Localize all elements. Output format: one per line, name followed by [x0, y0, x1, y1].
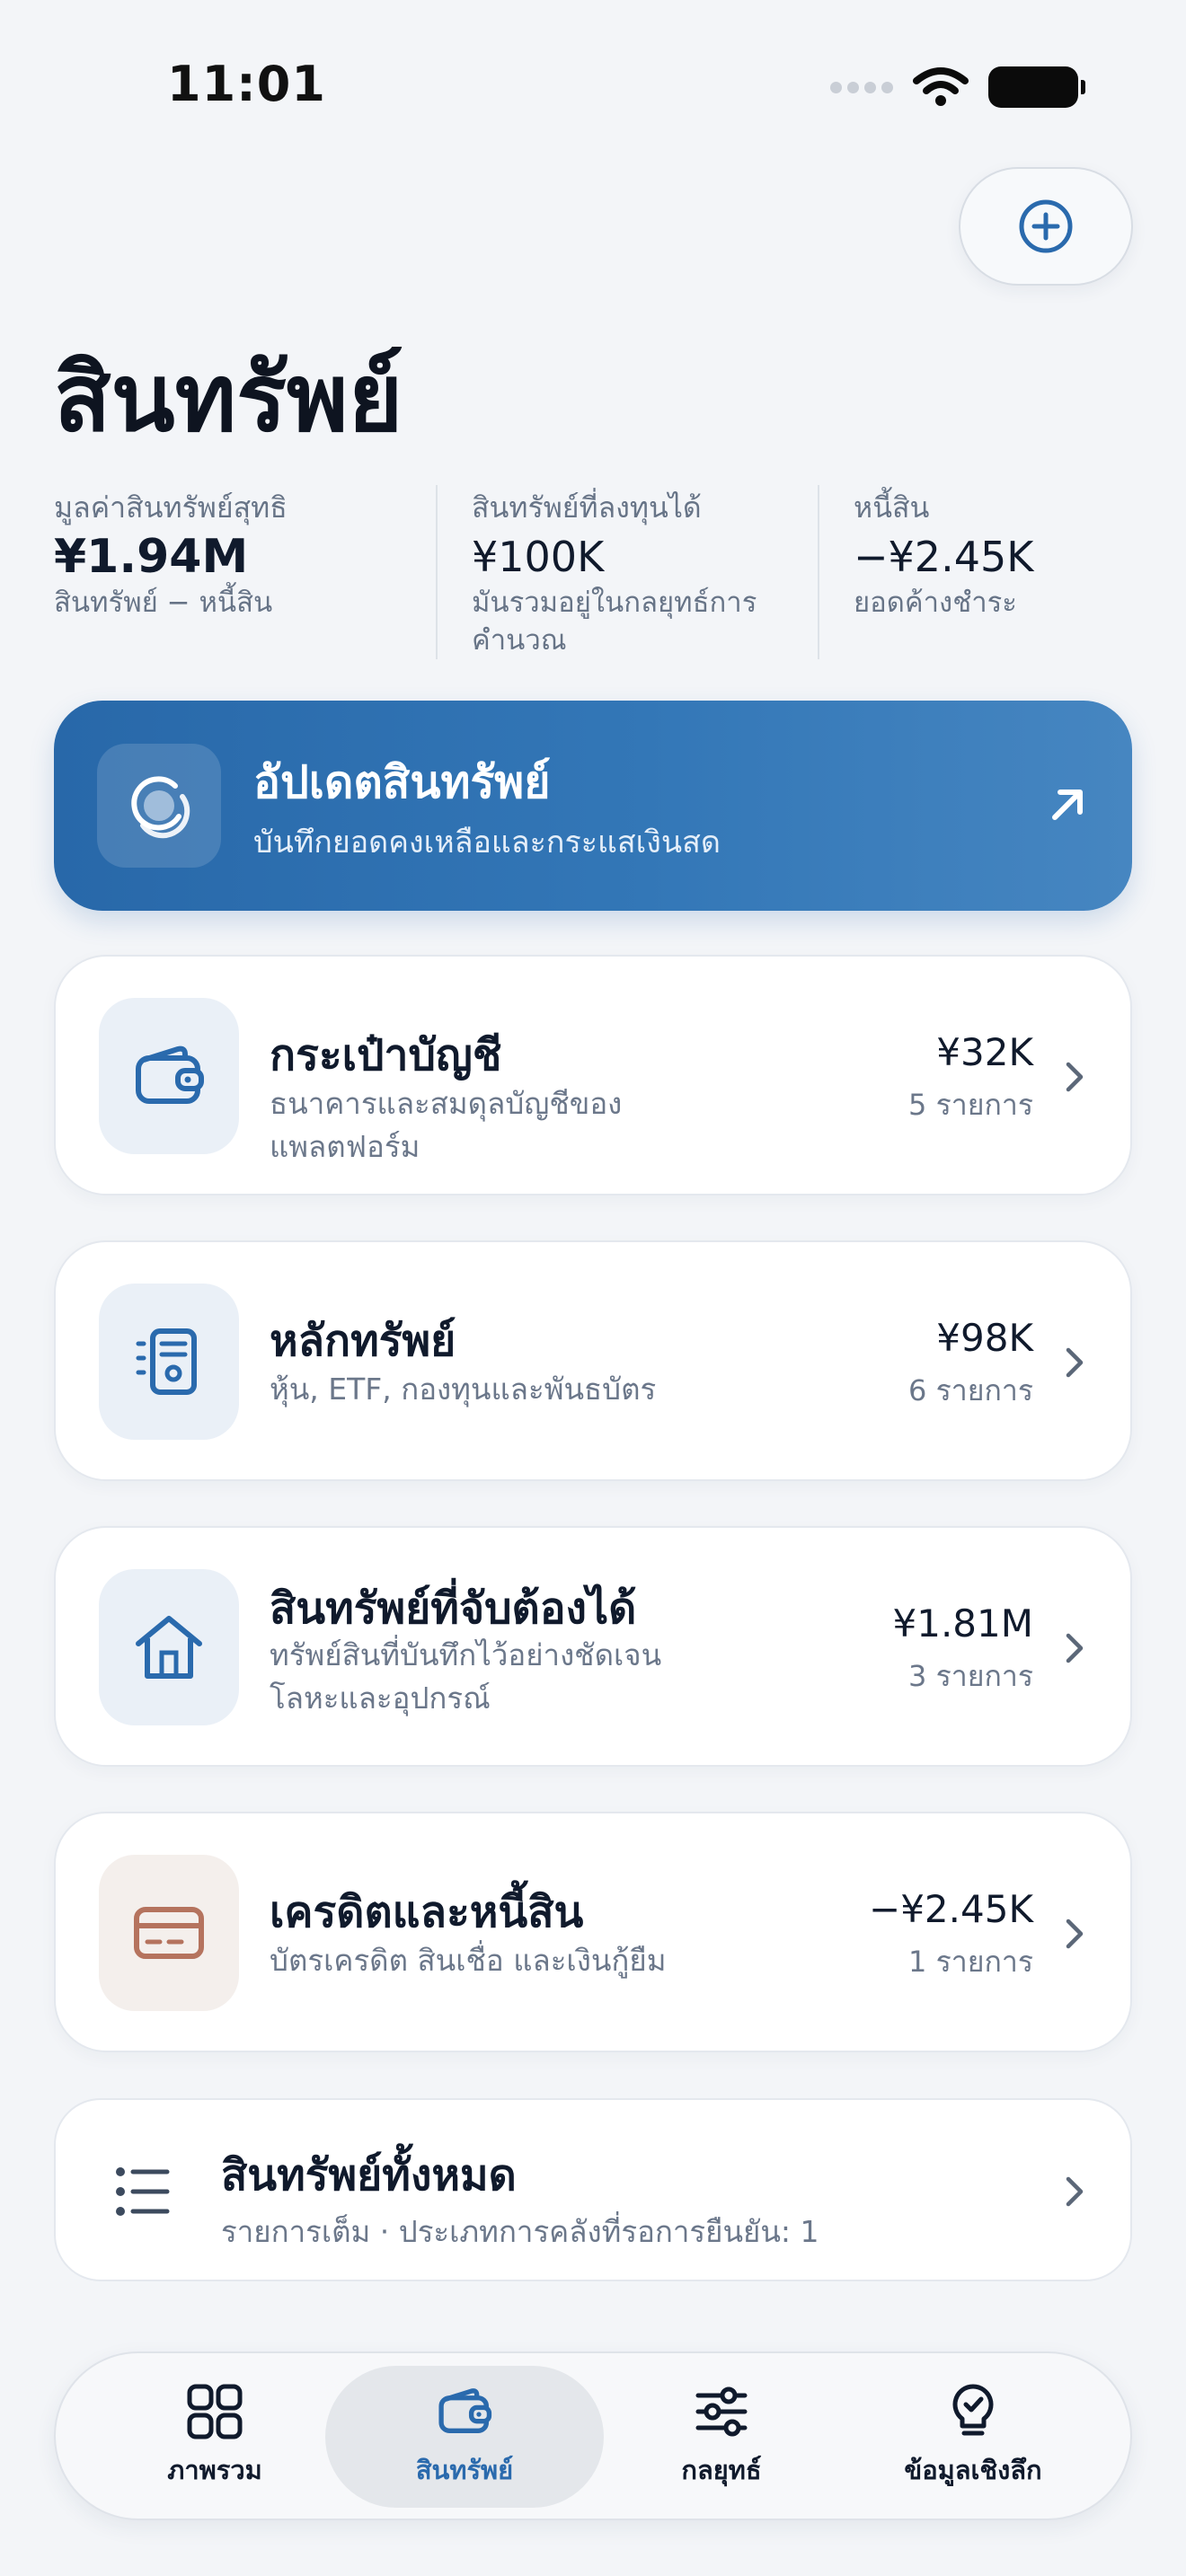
- card-title: หลักทรัพย์: [270, 1316, 456, 1366]
- category-card-securities[interactable]: หลักทรัพย์ หุ้น, ETF, กองทุนและพันธบัตร …: [54, 1240, 1132, 1481]
- card-subtitle: หุ้น, ETF, กองทุนและพันธบัตร: [270, 1372, 657, 1407]
- sync-orbit-icon: [131, 776, 190, 839]
- document-icon: [136, 1328, 197, 1395]
- tab-label: กลยุทธ์: [681, 2455, 762, 2485]
- stat-label: หนี้สิน: [854, 490, 930, 525]
- investable-assets-stat: สินทรัพย์ที่ลงทุนได้ ¥100K มันรวมอยู่ในก…: [436, 485, 818, 659]
- tab-label: ข้อมูลเชิงลึก: [904, 2455, 1042, 2485]
- card-icon-box: [99, 998, 239, 1154]
- card-title: สินทรัพย์ที่จับต้องได้: [270, 1584, 637, 1634]
- card-title: กระเป๋าบัญชี: [270, 1030, 502, 1081]
- update-assets-banner[interactable]: อัปเดตสินทรัพย์ บันทึกยอดคงเหลือและกระแส…: [54, 701, 1132, 911]
- tab-assets[interactable]: สินทรัพย์: [325, 2366, 604, 2508]
- chevron-right-icon: [1066, 1919, 1084, 1949]
- tab-label: ภาพรวม: [167, 2455, 262, 2485]
- card-item-count: 6 รายการ: [908, 1373, 1033, 1407]
- wifi-icon: [913, 67, 969, 106]
- card-title: เครดิตและหนี้สิน: [270, 1887, 584, 1937]
- all-assets-subtitle: รายการเต็ม · ประเภทการคลังที่รอการยืนยัน…: [221, 2214, 819, 2249]
- card-amount: ¥1.81M: [892, 1601, 1033, 1645]
- net-worth-stat: มูลค่าสินทรัพย์สุทธิ ¥1.94M สินทรัพย์ − …: [54, 485, 436, 659]
- cellular-signal-icon: [830, 81, 893, 93]
- plus-circle-icon: [1019, 199, 1073, 253]
- category-card-credit-liabilities[interactable]: เครดิตและหนี้สิน บัตรเครดิต สินเชื่อ และ…: [54, 1812, 1132, 2052]
- banner-icon-box: [97, 744, 221, 868]
- stat-subtext: มันรวมอยู่ในกลยุทธ์การคำนวณ: [472, 587, 757, 657]
- card-amount: ¥98K: [936, 1316, 1033, 1360]
- banner-title: อัปเดตสินทรัพย์: [253, 756, 551, 808]
- stat-subtext: ยอดค้างชำระ: [854, 587, 1017, 619]
- summary-stats: มูลค่าสินทรัพย์สุทธิ ¥1.94M สินทรัพย์ − …: [54, 485, 1132, 659]
- wallet-icon: [438, 2388, 492, 2433]
- bottom-tab-bar: ภาพรวม สินทรัพย์ กลยุทธ์ ข้อมูลเชิงลึก: [54, 2351, 1132, 2520]
- liabilities-stat: หนี้สิน −¥2.45K ยอดค้างชำระ: [818, 485, 1132, 659]
- card-icon-box: [99, 1569, 239, 1725]
- banner-subtitle: บันทึกยอดคงเหลือและกระแสเงินสด: [253, 825, 721, 860]
- card-item-count: 5 รายการ: [908, 1088, 1033, 1122]
- credit-card-icon: [134, 1907, 204, 1959]
- chevron-right-icon: [1066, 1633, 1084, 1663]
- stat-value: −¥2.45K: [854, 533, 1034, 581]
- grid-icon: [187, 2384, 243, 2439]
- card-subtitle: ทรัพย์สินที่บันทึกไว้อย่างชัดเจน โลหะและ…: [270, 1637, 662, 1716]
- status-icons: [830, 66, 1085, 108]
- card-item-count: 1 รายการ: [908, 1945, 1033, 1979]
- card-icon-box: [99, 1284, 239, 1440]
- category-card-wallet[interactable]: กระเป๋าบัญชี ธนาคารและสมดุลบัญชีของแพลตฟ…: [54, 955, 1132, 1195]
- assets-screen: 11:01 สินทรัพย์ มูลค่าสินทรัพย์สุทธิ ¥1.…: [0, 0, 1186, 2576]
- list-icon: [116, 2167, 170, 2216]
- card-subtitle: ธนาคารและสมดุลบัญชีของแพลตฟอร์ม: [270, 1086, 623, 1164]
- add-button[interactable]: [959, 167, 1133, 286]
- battery-icon: [988, 66, 1085, 108]
- chevron-right-icon: [1066, 2176, 1084, 2207]
- stat-label: มูลค่าสินทรัพย์สุทธิ: [54, 490, 288, 525]
- all-assets-row[interactable]: สินทรัพย์ทั้งหมด รายการเต็ม · ประเภทการค…: [54, 2098, 1132, 2281]
- card-icon-box: [99, 1855, 239, 2011]
- tab-overview[interactable]: ภาพรวม: [75, 2366, 354, 2508]
- house-icon: [136, 1616, 202, 1679]
- tab-insights[interactable]: ข้อมูลเชิงลึก: [834, 2366, 1112, 2508]
- sliders-icon: [695, 2386, 748, 2437]
- card-amount: −¥2.45K: [869, 1887, 1033, 1931]
- lightbulb-icon: [952, 2384, 994, 2436]
- card-subtitle: บัตรเครดิต สินเชื่อ และเงินกู้ยืม: [270, 1943, 667, 1978]
- chevron-right-icon: [1066, 1062, 1084, 1092]
- card-amount: ¥32K: [936, 1030, 1033, 1074]
- category-card-tangible-assets[interactable]: สินทรัพย์ที่จับต้องได้ ทรัพย์สินที่บันทึ…: [54, 1526, 1132, 1767]
- tab-label: สินทรัพย์: [415, 2455, 514, 2485]
- status-time: 11:01: [167, 56, 326, 112]
- card-item-count: 3 รายการ: [908, 1659, 1033, 1693]
- stat-label: สินทรัพย์ที่ลงทุนได้: [472, 490, 702, 525]
- stat-value: ¥100K: [472, 533, 605, 581]
- page-title: สินทรัพย์: [54, 343, 403, 453]
- chevron-right-icon: [1066, 1347, 1084, 1378]
- stat-value: ¥1.94M: [54, 530, 249, 584]
- arrow-up-right-icon: [1052, 790, 1083, 820]
- stat-subtext: สินทรัพย์ − หนี้สิน: [54, 587, 273, 619]
- wallet-icon: [136, 1045, 204, 1104]
- all-assets-title: สินทรัพย์ทั้งหมด: [221, 2150, 517, 2201]
- tab-strategy[interactable]: กลยุทธ์: [582, 2366, 861, 2508]
